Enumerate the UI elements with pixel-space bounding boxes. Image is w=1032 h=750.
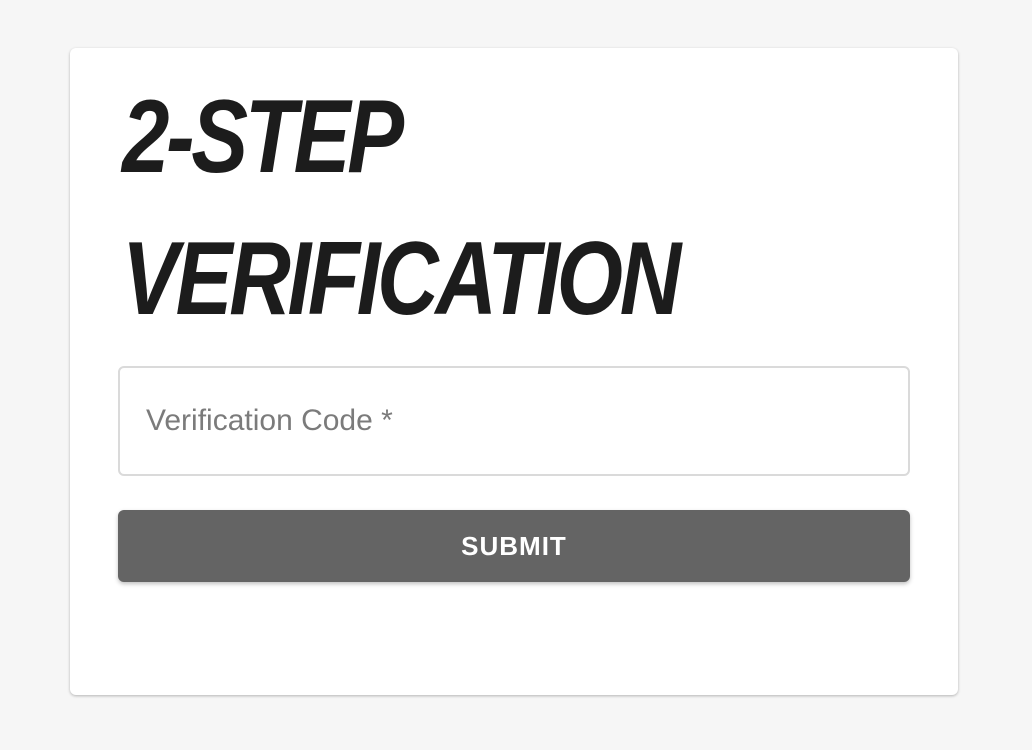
- verification-code-field[interactable]: [118, 366, 910, 476]
- verification-card: 2-STEP VERIFICATION SUBMIT: [70, 48, 958, 695]
- submit-button[interactable]: SUBMIT: [118, 510, 910, 582]
- title-line-2: VERIFICATION: [122, 221, 681, 337]
- page-title: 2-STEP VERIFICATION: [122, 66, 745, 350]
- verification-code-input[interactable]: [120, 368, 908, 474]
- title-line-1: 2-STEP: [122, 79, 404, 195]
